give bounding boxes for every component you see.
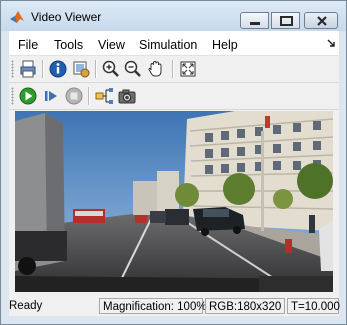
status-bar: Ready Magnification: 100% RGB:180x320 T=… — [9, 296, 340, 316]
highlight-signal-icon[interactable] — [94, 86, 114, 106]
close-icon — [317, 16, 327, 26]
toolbar-playback — [9, 83, 339, 110]
print-icon[interactable] — [18, 59, 38, 79]
toolbar-grip[interactable] — [11, 60, 14, 78]
matlab-logo-icon — [10, 11, 24, 23]
minimize-button[interactable] — [240, 12, 269, 29]
fit-to-window-icon[interactable] — [178, 59, 198, 79]
title-bar[interactable]: Video Viewer — [1, 1, 346, 31]
stop-icon[interactable] — [64, 86, 84, 106]
status-magnification: Magnification: 100% — [99, 298, 207, 314]
status-time: T=10.000 — [287, 298, 340, 314]
snapshot-camera-icon[interactable] — [117, 86, 137, 106]
menu-help[interactable]: Help — [212, 38, 238, 52]
maximize-icon — [280, 16, 293, 26]
window-title: Video Viewer — [31, 10, 102, 24]
menu-bar: File Tools View Simulation Help — [9, 31, 339, 56]
minimize-icon — [250, 22, 260, 25]
toolbar-separator — [95, 60, 97, 78]
zoom-out-icon[interactable] — [123, 59, 143, 79]
toolbar-separator — [172, 60, 174, 78]
video-frame[interactable] — [15, 111, 333, 292]
status-format: RGB:180x320 — [205, 298, 285, 314]
video-viewer-window: Video Viewer File Tools View Simulation … — [0, 0, 347, 325]
menu-tools[interactable]: Tools — [54, 38, 83, 52]
info-icon[interactable] — [48, 59, 68, 79]
close-button[interactable] — [304, 12, 338, 29]
zoom-in-icon[interactable] — [101, 59, 121, 79]
client-area: File Tools View Simulation Help Ready Ma… — [9, 31, 340, 316]
zoom-settings-icon[interactable] — [71, 59, 91, 79]
play-icon[interactable] — [18, 86, 38, 106]
step-forward-icon[interactable] — [42, 86, 62, 106]
menu-file[interactable]: File — [18, 38, 38, 52]
status-state: Ready — [9, 300, 43, 312]
menu-simulation[interactable]: Simulation — [139, 38, 197, 52]
dock-arrow-icon[interactable] — [327, 39, 335, 47]
maximize-button[interactable] — [271, 12, 300, 29]
toolbar-separator — [88, 87, 90, 105]
toolbar-main — [9, 56, 339, 83]
menu-view[interactable]: View — [98, 38, 125, 52]
toolbar-separator — [42, 60, 44, 78]
toolbar-grip[interactable] — [11, 87, 14, 105]
pan-hand-icon[interactable] — [146, 59, 166, 79]
